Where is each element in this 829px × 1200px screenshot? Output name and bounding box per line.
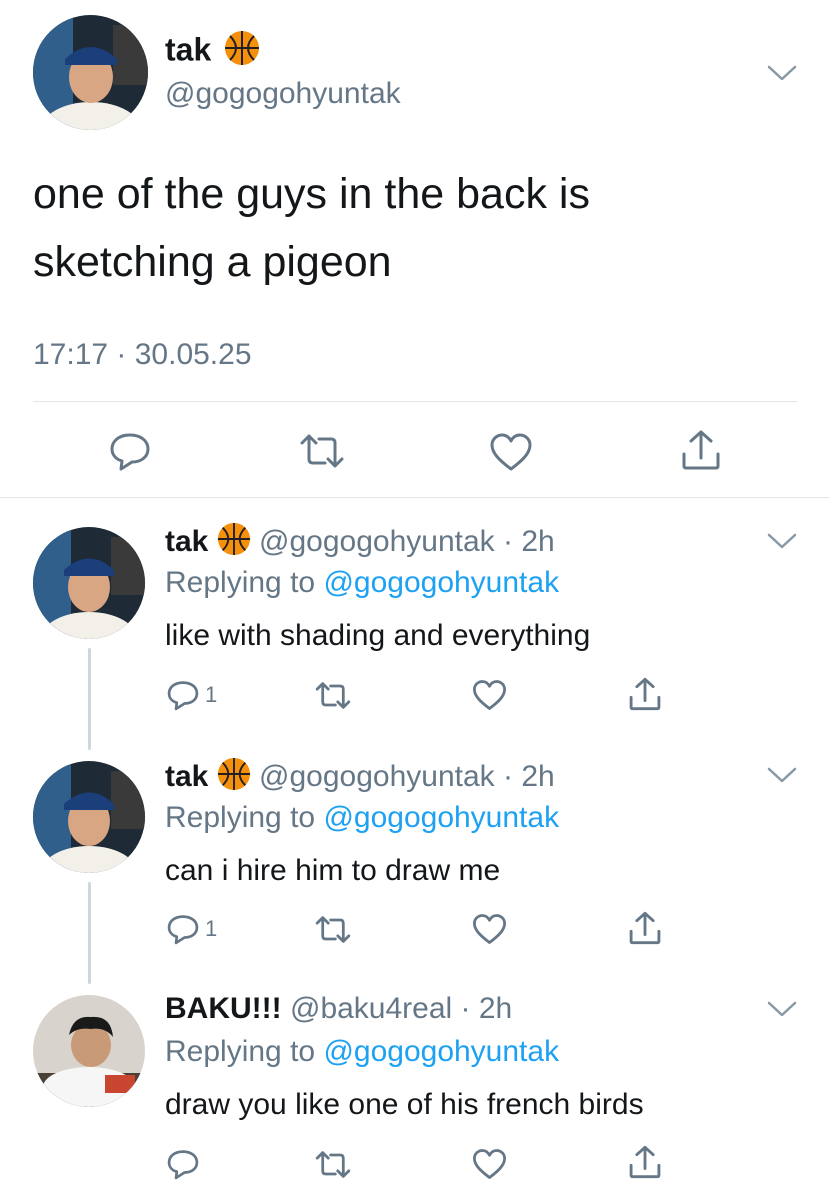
replying-to: Replying to @gogogohyuntak bbox=[165, 801, 559, 835]
retweet-icon[interactable] bbox=[314, 681, 352, 710]
tweet-text-line2: sketching a pigeon bbox=[33, 238, 392, 286]
basketball-icon bbox=[217, 522, 251, 564]
reply-text: like with shading and everything bbox=[165, 619, 591, 652]
reply-header: tak @gogogohyuntak · 2h bbox=[165, 522, 555, 564]
replying-label: Replying to bbox=[165, 801, 316, 834]
reply-header: BAKU!!! @baku4real · 2h bbox=[165, 992, 512, 1026]
display-name[interactable]: tak bbox=[165, 31, 211, 67]
thread-line bbox=[88, 882, 91, 984]
basketball-icon bbox=[217, 757, 251, 799]
share-icon[interactable] bbox=[627, 910, 663, 946]
avatar[interactable] bbox=[33, 761, 145, 873]
like-icon[interactable] bbox=[472, 679, 507, 711]
reply-count: 1 bbox=[205, 916, 218, 941]
reply-time: · 2h bbox=[503, 524, 555, 558]
avatar[interactable] bbox=[33, 527, 145, 639]
reply-time: · 2h bbox=[460, 992, 513, 1025]
replying-to: Replying to @gogogohyuntak bbox=[165, 1035, 559, 1069]
share-icon[interactable] bbox=[627, 1144, 663, 1180]
reply-count: 1 bbox=[205, 682, 218, 707]
replying-handle-link[interactable]: @gogogohyuntak bbox=[323, 801, 559, 834]
avatar[interactable] bbox=[33, 15, 148, 130]
reply-icon[interactable] bbox=[166, 913, 200, 945]
divider bbox=[33, 401, 797, 402]
share-icon[interactable] bbox=[679, 428, 723, 472]
divider bbox=[0, 497, 829, 498]
chevron-down-icon[interactable] bbox=[766, 765, 798, 785]
author-row: tak bbox=[165, 30, 260, 74]
reply-icon[interactable] bbox=[166, 1148, 200, 1180]
reply-text: draw you like one of his french birds bbox=[165, 1088, 644, 1121]
replying-label: Replying to bbox=[165, 566, 316, 599]
handle[interactable]: @gogogohyuntak bbox=[259, 525, 495, 558]
retweet-icon[interactable] bbox=[314, 1150, 352, 1179]
share-icon[interactable] bbox=[627, 676, 663, 712]
avatar[interactable] bbox=[33, 995, 145, 1107]
retweet-icon[interactable] bbox=[298, 433, 346, 469]
reply-time: · 2h bbox=[503, 759, 555, 793]
display-name[interactable]: tak bbox=[165, 525, 208, 558]
handle[interactable]: @gogogohyuntak bbox=[165, 77, 401, 111]
tweet-text-line1: one of the guys in the back is bbox=[33, 170, 590, 218]
replying-to: Replying to @gogogohyuntak bbox=[165, 566, 559, 600]
display-name[interactable]: BAKU!!! bbox=[165, 992, 282, 1025]
chevron-down-icon[interactable] bbox=[766, 531, 798, 551]
chevron-down-icon[interactable] bbox=[766, 999, 798, 1019]
replying-label: Replying to bbox=[165, 1035, 316, 1068]
reply-header: tak @gogogohyuntak · 2h bbox=[165, 757, 555, 799]
display-name[interactable]: tak bbox=[165, 760, 208, 793]
handle[interactable]: @baku4real bbox=[290, 992, 452, 1025]
like-icon[interactable] bbox=[472, 1148, 507, 1180]
replying-handle-link[interactable]: @gogogohyuntak bbox=[323, 566, 559, 599]
thread-line bbox=[88, 648, 91, 750]
chevron-down-icon[interactable] bbox=[766, 63, 798, 83]
timestamp: 17:17 · 30.05.25 bbox=[33, 338, 252, 371]
like-icon[interactable] bbox=[489, 432, 533, 472]
reply-icon[interactable] bbox=[166, 679, 200, 711]
reply-icon[interactable] bbox=[108, 431, 152, 471]
reply-text: can i hire him to draw me bbox=[165, 854, 501, 887]
handle[interactable]: @gogogohyuntak bbox=[259, 760, 495, 793]
retweet-icon[interactable] bbox=[314, 915, 352, 944]
replying-handle-link[interactable]: @gogogohyuntak bbox=[323, 1035, 559, 1068]
basketball-icon bbox=[224, 30, 260, 74]
like-icon[interactable] bbox=[472, 913, 507, 945]
